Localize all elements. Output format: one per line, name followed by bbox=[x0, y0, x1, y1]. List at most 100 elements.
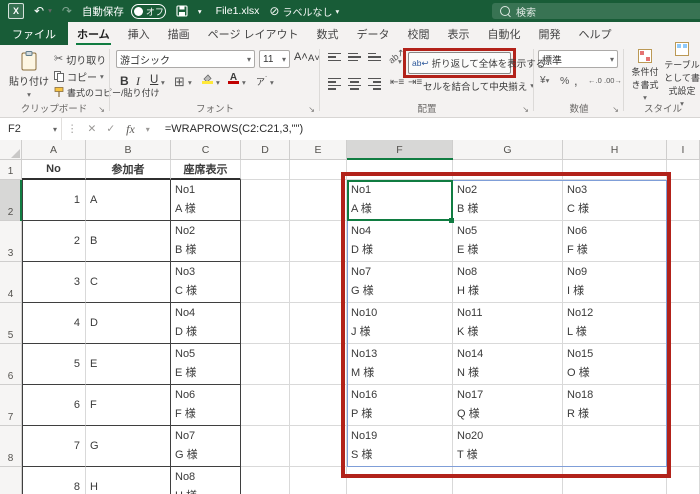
row-header-9[interactable]: 9 bbox=[0, 467, 22, 494]
ribbon-tab-home[interactable]: ホーム bbox=[68, 22, 119, 45]
row-header-4[interactable]: 4 bbox=[0, 262, 22, 303]
comma-style-button[interactable]: , bbox=[574, 73, 578, 88]
column-header-F[interactable]: F bbox=[347, 140, 453, 160]
orientation-dropdown-icon[interactable]: ▾ bbox=[398, 57, 402, 66]
ribbon-tab-idx10[interactable]: 開発 bbox=[530, 22, 570, 45]
ruby-button[interactable]: アˊ bbox=[256, 75, 267, 88]
paste-button[interactable]: 貼り付け ▾ bbox=[6, 49, 52, 101]
font-color-button[interactable]: A bbox=[228, 73, 239, 84]
ribbon-tab-idx3[interactable]: 描画 bbox=[159, 22, 199, 45]
redo-button[interactable]: ↷ bbox=[62, 5, 72, 17]
insert-function-icon[interactable]: fx bbox=[120, 122, 141, 137]
cell-A8[interactable]: 7 bbox=[22, 426, 86, 467]
row-header-6[interactable]: 6 bbox=[0, 344, 22, 385]
cell-C5[interactable]: No4D 様 bbox=[171, 303, 241, 344]
cell-H8[interactable] bbox=[563, 426, 667, 467]
cell-I8[interactable] bbox=[667, 426, 700, 467]
column-header-D[interactable]: D bbox=[241, 140, 290, 160]
cell-I7[interactable] bbox=[667, 385, 700, 426]
autosave-toggle[interactable]: オフ bbox=[131, 4, 166, 19]
cell-A4[interactable]: 3 bbox=[22, 262, 86, 303]
column-header-E[interactable]: E bbox=[290, 140, 347, 160]
row-header-3[interactable]: 3 bbox=[0, 221, 22, 262]
ruby-dropdown-icon[interactable]: ▾ bbox=[270, 78, 274, 87]
cell-A5[interactable]: 4 bbox=[22, 303, 86, 344]
autosave-control[interactable]: 自動保存 オフ bbox=[82, 4, 166, 19]
cell-F6[interactable]: No13M 様 bbox=[347, 344, 453, 385]
cell-H2[interactable]: No3C 様 bbox=[563, 180, 667, 221]
increase-decimal-button[interactable]: ←.0 bbox=[588, 76, 602, 85]
cell-I5[interactable] bbox=[667, 303, 700, 344]
cell-F5[interactable]: No10J 様 bbox=[347, 303, 453, 344]
ribbon-tab-idx2[interactable]: 挿入 bbox=[119, 22, 159, 45]
column-header-B[interactable]: B bbox=[86, 140, 171, 160]
cell-C6[interactable]: No5E 様 bbox=[171, 344, 241, 385]
cut-button[interactable]: ✂ 切り取り bbox=[54, 52, 106, 67]
cell-E6[interactable] bbox=[290, 344, 347, 385]
font-size-combo[interactable]: 11▾ bbox=[259, 50, 290, 68]
cell-A3[interactable]: 2 bbox=[22, 221, 86, 262]
italic-button[interactable]: I bbox=[136, 74, 140, 89]
cell-D8[interactable] bbox=[241, 426, 290, 467]
font-dialog-launcher-icon[interactable]: ↘ bbox=[308, 105, 315, 114]
decrease-decimal-button[interactable]: .00→ bbox=[604, 76, 622, 85]
cell-B7[interactable]: F bbox=[86, 385, 171, 426]
column-header-I[interactable]: I bbox=[667, 140, 700, 160]
cell-B9[interactable]: H bbox=[86, 467, 171, 494]
cell-E8[interactable] bbox=[290, 426, 347, 467]
copy-button[interactable]: コピー ▾ bbox=[54, 69, 104, 84]
cell-C3[interactable]: No2B 様 bbox=[171, 221, 241, 262]
cell-I3[interactable] bbox=[667, 221, 700, 262]
row-header-1[interactable]: 1 bbox=[0, 160, 22, 180]
cell-D7[interactable] bbox=[241, 385, 290, 426]
font-color-dropdown-icon[interactable]: ▾ bbox=[242, 78, 246, 87]
cell-H3[interactable]: No6F 様 bbox=[563, 221, 667, 262]
decrease-indent-icon[interactable]: ⇤≡ bbox=[390, 77, 404, 88]
ribbon-tab-idx4[interactable]: ページ レイアウト bbox=[199, 22, 308, 45]
cell-B4[interactable]: C bbox=[86, 262, 171, 303]
cell-C7[interactable]: No6F 様 bbox=[171, 385, 241, 426]
cell-H7[interactable]: No18R 様 bbox=[563, 385, 667, 426]
align-top-icon[interactable] bbox=[328, 53, 341, 61]
cell-F8[interactable]: No19S 様 bbox=[347, 426, 453, 467]
cell-D5[interactable] bbox=[241, 303, 290, 344]
ribbon-tab-idx9[interactable]: 自動化 bbox=[479, 22, 530, 45]
cell-B1[interactable]: 参加者 bbox=[86, 160, 171, 180]
number-dialog-launcher-icon[interactable]: ↘ bbox=[612, 105, 619, 114]
cell-H1[interactable] bbox=[563, 160, 667, 180]
ribbon-tab-file[interactable]: ファイル bbox=[0, 22, 68, 45]
underline-dropdown-icon[interactable]: ▾ bbox=[161, 78, 165, 87]
cell-A2[interactable]: 1 bbox=[22, 180, 86, 221]
cell-G6[interactable]: No14N 様 bbox=[453, 344, 563, 385]
ribbon-tab-idx8[interactable]: 表示 bbox=[439, 22, 479, 45]
clipboard-dialog-launcher-icon[interactable]: ↘ bbox=[98, 105, 105, 114]
cell-G3[interactable]: No5E 様 bbox=[453, 221, 563, 262]
merge-center-button[interactable]: セルを結合して中央揃え ▾ bbox=[418, 76, 534, 95]
cell-B5[interactable]: D bbox=[86, 303, 171, 344]
column-header-C[interactable]: C bbox=[171, 140, 241, 160]
cell-C9[interactable]: No8H 様 bbox=[171, 467, 241, 494]
ribbon-tab-idx7[interactable]: 校閲 bbox=[399, 22, 439, 45]
align-right-icon[interactable] bbox=[368, 78, 381, 90]
cell-B8[interactable]: G bbox=[86, 426, 171, 467]
fill-color-dropdown-icon[interactable]: ▾ bbox=[216, 78, 220, 87]
cell-G4[interactable]: No8H 様 bbox=[453, 262, 563, 303]
cell-I2[interactable] bbox=[667, 180, 700, 221]
cell-C8[interactable]: No7G 様 bbox=[171, 426, 241, 467]
align-left-icon[interactable] bbox=[328, 78, 341, 90]
cell-I4[interactable] bbox=[667, 262, 700, 303]
cell-H5[interactable]: No12L 様 bbox=[563, 303, 667, 344]
align-middle-icon[interactable] bbox=[348, 53, 361, 61]
cell-B2[interactable]: A bbox=[86, 180, 171, 221]
borders-dropdown-icon[interactable]: ▾ bbox=[188, 78, 192, 87]
confirm-entry-icon[interactable]: ✓ bbox=[101, 123, 120, 135]
paste-dropdown-icon[interactable]: ▾ bbox=[27, 90, 31, 99]
align-center-icon[interactable] bbox=[348, 78, 361, 90]
cell-G9[interactable] bbox=[453, 467, 563, 494]
ribbon-tab-idx11[interactable]: ヘルプ bbox=[570, 22, 621, 45]
copy-dropdown-icon[interactable]: ▾ bbox=[100, 72, 104, 81]
cell-G7[interactable]: No17Q 様 bbox=[453, 385, 563, 426]
grow-font-button[interactable]: A˄ bbox=[294, 51, 308, 63]
cancel-entry-icon[interactable]: ✕ bbox=[83, 123, 102, 135]
ribbon-tab-idx5[interactable]: 数式 bbox=[308, 22, 348, 45]
